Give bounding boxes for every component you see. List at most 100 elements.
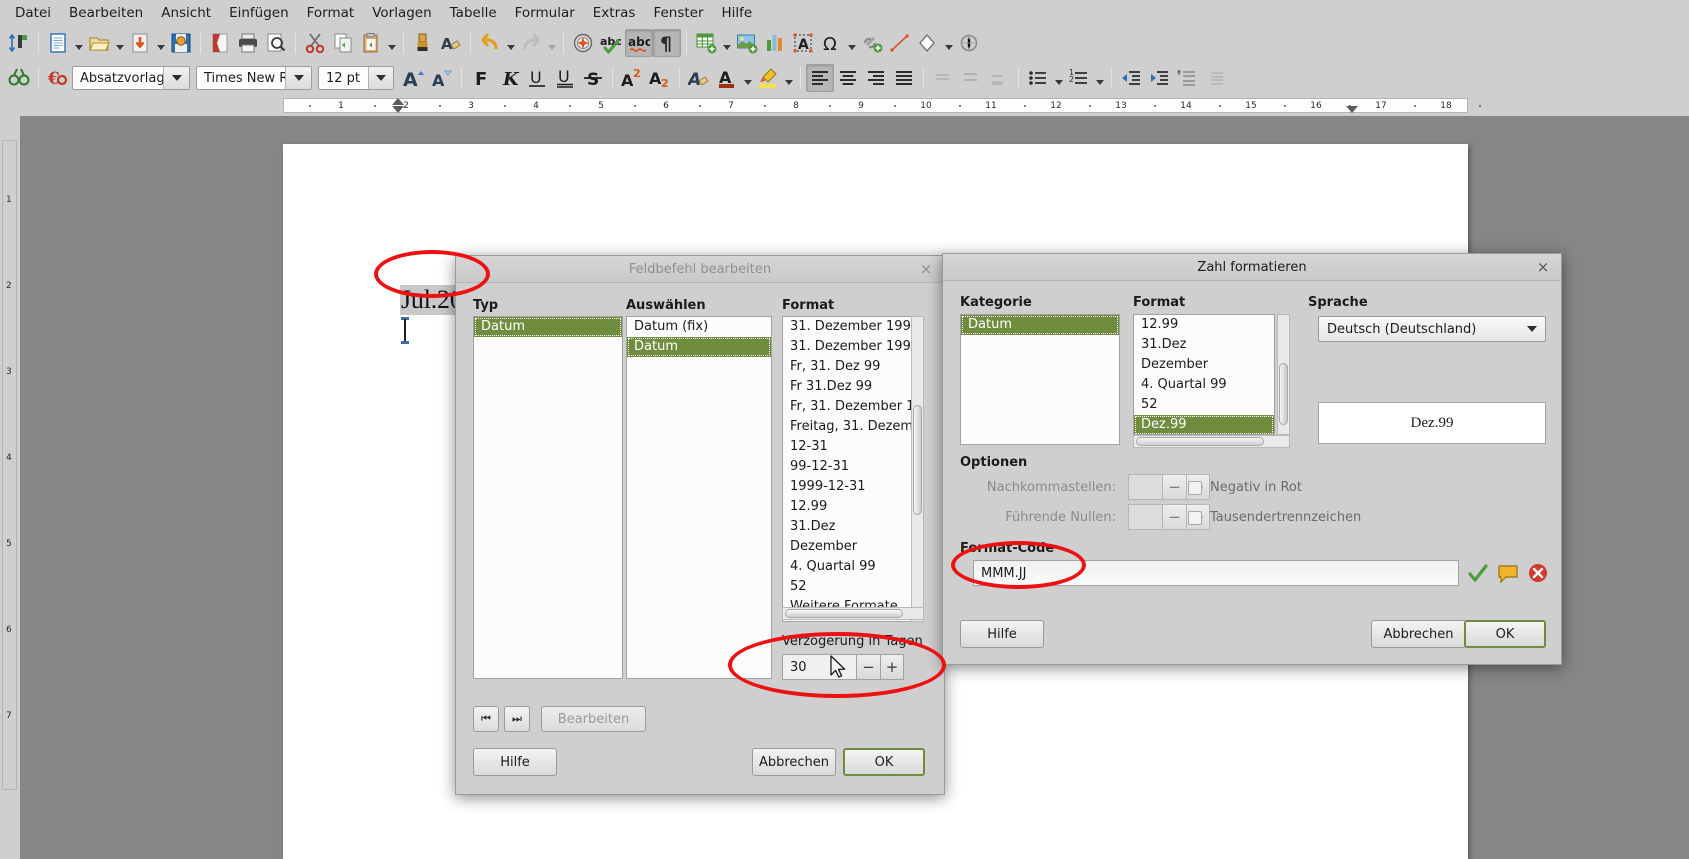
redo-icon[interactable] [517, 29, 545, 57]
double-underline-icon[interactable]: U [551, 64, 579, 92]
decrease-indent-icon[interactable] [1145, 64, 1173, 92]
save-as-icon[interactable] [126, 29, 154, 57]
right-indent-marker[interactable] [1346, 106, 1358, 113]
nf-format-list-item[interactable]: Dez.99 [1134, 415, 1274, 434]
delay-input[interactable]: 30 [782, 654, 856, 680]
auswaehlen-list-item[interactable]: Datum (fix) [627, 317, 771, 337]
close-icon[interactable]: × [917, 260, 935, 278]
automatic-spell-checking-icon[interactable]: abc [625, 29, 653, 57]
nf-format-listbox[interactable]: 12.99 31.Dez Dezember 4. Quartal 99 52 Dez.99 [1133, 314, 1275, 435]
insert-chart-icon[interactable] [761, 29, 789, 57]
clone-formatting-icon[interactable] [409, 29, 437, 57]
save-dropdown-arrow[interactable] [154, 29, 167, 57]
negativ-in-rot-checkbox-box[interactable] [1188, 480, 1202, 495]
clear-direct-formatting-icon[interactable]: A [685, 64, 713, 92]
nf-cancel-button[interactable]: Abbrechen [1371, 620, 1466, 648]
format-list-item[interactable]: 1999-12-31 [783, 477, 921, 497]
paste-dropdown-arrow[interactable] [385, 29, 398, 57]
add-format-check-icon[interactable] [1467, 562, 1489, 584]
line-spacing-15-icon[interactable] [957, 64, 985, 92]
clear-formatting-icon[interactable]: A [437, 29, 465, 57]
nf-format-list-item[interactable]: 52 [1134, 395, 1274, 415]
ok-button[interactable]: OK [843, 748, 925, 776]
save-icon[interactable] [167, 29, 195, 57]
menu-item-format[interactable]: Format [298, 2, 364, 24]
typ-listbox[interactable]: Datum [473, 316, 623, 679]
ordered-list-icon[interactable]: 1 2 [1065, 64, 1093, 92]
menu-item-fenster[interactable]: Fenster [644, 2, 712, 24]
edit-fields-dialog[interactable]: Feldbefehl bearbeiten × Typ Auswählen Fo… [455, 255, 945, 795]
first-line-indent-marker[interactable] [392, 106, 404, 113]
previous-field-icon[interactable]: ⏮ [473, 706, 499, 732]
align-center-icon[interactable] [834, 64, 862, 92]
find-replace-icon[interactable] [569, 29, 597, 57]
leading-zeros-decrement-button[interactable]: − [1162, 504, 1186, 530]
chevron-down-icon[interactable] [1527, 326, 1537, 332]
menu-item-ansicht[interactable]: Ansicht [152, 2, 220, 24]
menu-item-formular[interactable]: Formular [506, 2, 584, 24]
insert-line-icon[interactable] [886, 29, 914, 57]
auswaehlen-list-item[interactable]: Datum [627, 337, 771, 357]
format-list-item[interactable]: 99-12-31 [783, 457, 921, 477]
format-list-item[interactable]: 4. Quartal 99 [783, 557, 921, 577]
next-field-icon[interactable]: ⏭ [504, 706, 530, 732]
insert-text-box-icon[interactable]: A [789, 29, 817, 57]
format-list-item[interactable]: Fr, 31. Dezember 1999 [783, 397, 921, 417]
format-list-item[interactable]: 12-31 [783, 437, 921, 457]
menu-item-vorlagen[interactable]: Vorlagen [363, 2, 440, 24]
insert-table-icon[interactable] [692, 29, 720, 57]
nf-ok-button[interactable]: OK [1464, 620, 1546, 648]
format-list-item[interactable]: Fr, 31. Dez 99 [783, 357, 921, 377]
line-spacing-2-icon[interactable] [985, 64, 1013, 92]
track-changes-icon[interactable]: € [44, 64, 72, 92]
justified-icon[interactable] [890, 64, 918, 92]
unordered-list-icon[interactable] [1024, 64, 1052, 92]
insert-image-icon[interactable] [733, 29, 761, 57]
format-code-input[interactable]: MMM.JJ [973, 560, 1459, 586]
menu-item-tabelle[interactable]: Tabelle [441, 2, 506, 24]
auswaehlen-listbox[interactable]: Datum (fix) Datum [626, 316, 772, 679]
basic-shapes-icon[interactable] [914, 29, 942, 57]
line-spacing-1-icon[interactable] [929, 64, 957, 92]
new-document-dropdown-arrow[interactable] [72, 29, 85, 57]
increase-paragraph-spacing-icon[interactable] [1173, 64, 1201, 92]
delay-spinner[interactable]: 30 − + [782, 654, 904, 680]
special-character-icon[interactable]: Ω [817, 29, 845, 57]
nf-format-vscrollbar-thumb[interactable] [1279, 363, 1288, 425]
new-document-icon[interactable] [44, 29, 72, 57]
export-pdf-icon[interactable] [206, 29, 234, 57]
format-list-vscrollbar-thumb[interactable] [913, 405, 922, 515]
format-number-dialog-titlebar[interactable]: Zahl formatieren × [943, 254, 1561, 281]
nf-help-button[interactable]: Hilfe [960, 620, 1044, 648]
undo-dropdown-arrow[interactable] [504, 29, 517, 57]
open-file-icon[interactable] [85, 29, 113, 57]
format-list-item[interactable]: 31. Dezember 1999 [783, 317, 921, 337]
print-preview-icon[interactable] [262, 29, 290, 57]
menu-item-datei[interactable]: Datei [6, 2, 60, 24]
format-list-hscrollbar-thumb[interactable] [785, 609, 903, 618]
font-color-dropdown-arrow[interactable] [741, 64, 754, 92]
horizontal-ruler[interactable]: L 123456789101112131415161718 [0, 96, 1689, 210]
tausendertrennzeichen-checkbox[interactable]: Tausendertrennzeichen [1188, 510, 1361, 525]
highlighting-color-icon[interactable] [754, 64, 782, 92]
format-number-dialog[interactable]: Zahl formatieren × Kategorie Format Spra… [942, 253, 1562, 665]
insert-field-icon[interactable] [955, 29, 983, 57]
format-info-comment-icon[interactable] [1497, 562, 1519, 584]
leading-zeros-input[interactable] [1128, 504, 1162, 530]
font-color-icon[interactable]: A [713, 64, 741, 92]
align-right-icon[interactable] [862, 64, 890, 92]
close-icon[interactable]: × [1534, 258, 1552, 276]
menu-item-extras[interactable]: Extras [584, 2, 645, 24]
decimals-decrement-button[interactable]: − [1162, 474, 1186, 500]
undo-icon[interactable] [476, 29, 504, 57]
decrease-font-icon[interactable]: A [428, 64, 456, 92]
show-draw-functions-icon[interactable] [5, 29, 33, 57]
cancel-button[interactable]: Abbrechen [752, 748, 836, 776]
sprache-dropdown[interactable]: Deutsch (Deutschland) [1318, 316, 1546, 342]
basic-shapes-dropdown-arrow[interactable] [942, 29, 955, 57]
italic-icon[interactable]: K [495, 64, 523, 92]
font-size-dropdown-arrow[interactable] [367, 67, 393, 89]
edit-button[interactable]: Bearbeiten [541, 706, 646, 732]
kategorie-list-item[interactable]: Datum [961, 315, 1119, 335]
nf-format-list-item[interactable]: 4. Quartal 99 [1134, 375, 1274, 395]
